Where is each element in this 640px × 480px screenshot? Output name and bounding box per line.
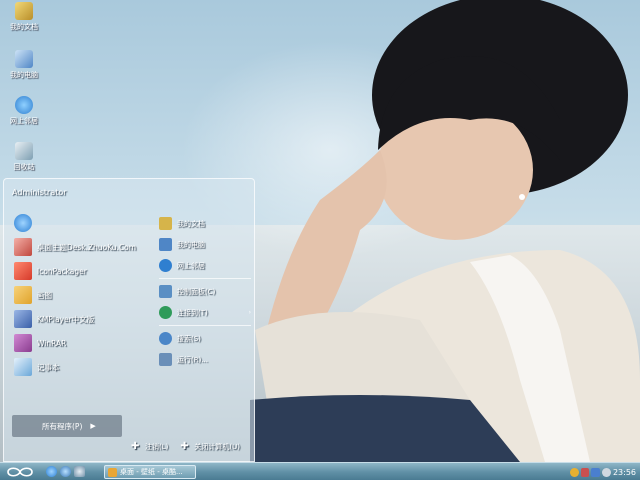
place-network[interactable]: 网上邻居 [159,255,251,276]
all-programs-label: 所有程序(P) [42,421,83,431]
place-search[interactable]: 搜索(S) [159,328,251,349]
volume-icon[interactable] [602,467,611,477]
desktop-icon-recycle-bin[interactable]: 回收站 [2,142,46,172]
desktop-icon-label: 我的电脑 [10,71,38,79]
place-control-panel[interactable]: 控制面板(C) [159,281,251,302]
network-status-icon[interactable] [591,467,601,477]
desktop-icon-my-documents[interactable]: 我的文档 [2,2,46,32]
program-notepad[interactable]: 记事本 [14,355,154,379]
arrow-right-icon: ▶ [90,422,96,430]
tray-app-icon[interactable] [580,467,590,477]
quicklaunch-desktop-icon[interactable] [74,466,85,477]
place-label: 我的文档 [177,219,205,228]
place-run[interactable]: 运行(R)... [159,349,251,370]
program-paint[interactable]: 画图 [14,283,154,307]
places-divider [159,278,251,279]
my-documents-icon [159,217,172,230]
my-computer-icon [159,238,172,251]
my-computer-icon [15,50,33,68]
place-label: 我的电脑 [177,240,205,249]
control-panel-icon [159,285,172,298]
taskbar: 桌面 - 壁纸 - 桌酷... 23:56 [0,462,640,480]
connect-icon [159,306,172,319]
program-label: 记事本 [37,362,60,372]
program-label: 画图 [37,290,52,300]
place-label: 运行(R)... [177,355,209,364]
place-my-documents[interactable]: 我的文档 [159,213,251,234]
start-button[interactable] [2,464,38,479]
logoff-icon: ✚ [131,441,140,452]
iconpackager-icon [14,262,32,280]
start-menu: Administrator 桌面主题Desk.ZhuoKu.Com IconPa… [3,178,255,462]
shutdown-label: 关闭计算机(U) [194,443,240,451]
theme-app-icon [14,238,32,256]
run-icon [159,353,172,366]
place-connect-to[interactable]: 连接到(T) › [159,302,251,323]
program-label: WinRAR [37,338,67,348]
clock[interactable]: 23:56 [613,468,640,477]
search-icon [159,332,172,345]
kmplayer-icon [14,310,32,328]
program-label: 桌面主题Desk.ZhuoKu.Com [37,242,137,252]
desktop-icon-label: 我的文档 [10,23,38,31]
winrar-icon [14,334,32,352]
network-icon [15,96,33,114]
program-theme[interactable]: 桌面主题Desk.ZhuoKu.Com [14,235,154,259]
chevron-right-icon: › [248,309,251,316]
place-my-computer[interactable]: 我的电脑 [159,234,251,255]
all-programs-button[interactable]: 所有程序(P) ▶ [12,415,122,437]
places-divider [159,325,251,326]
quicklaunch-browser-icon[interactable] [60,466,71,477]
shutdown-button[interactable]: ✚ 关闭计算机(U) [180,442,240,452]
start-menu-footer: ✚ 注销(L) ✚ 关闭计算机(U) [4,437,254,457]
place-label: 网上邻居 [177,261,205,270]
start-logo-icon [7,466,33,477]
desktop-icon-label: 回收站 [13,163,35,171]
program-label: IconPackager [37,266,87,276]
start-menu-programs: 桌面主题Desk.ZhuoKu.Com IconPackager 画图 KMPl… [14,211,154,379]
program-label: KMPlayer中文版 [37,314,95,324]
shutdown-icon: ✚ [180,441,189,452]
desktop-icon-label: 网上邻居 [10,117,38,125]
paint-icon [14,286,32,304]
program-kmplayer[interactable]: KMPlayer中文版 [14,307,154,331]
notepad-icon [14,358,32,376]
desktop-icon-my-computer[interactable]: 我的电脑 [2,50,46,80]
start-menu-user-name: Administrator [12,188,67,197]
browser-icon [108,467,117,477]
my-documents-icon [15,2,33,20]
taskbar-window-button[interactable]: 桌面 - 壁纸 - 桌酷... [104,465,196,479]
start-menu-places: 我的文档 我的电脑 网上邻居 控制面板(C) 连接到(T) › 搜索(S) 运行… [159,213,251,370]
logoff-button[interactable]: ✚ 注销(L) [131,442,168,452]
system-tray: 23:56 [566,464,640,480]
program-winrar[interactable]: WinRAR [14,331,154,355]
place-label: 控制面板(C) [177,287,216,296]
internet-explorer-icon [14,214,32,232]
taskbar-window-label: 桌面 - 壁纸 - 桌酷... [120,468,183,476]
network-icon [159,259,172,272]
quicklaunch-ie-icon[interactable] [46,466,57,477]
program-internet-explorer[interactable] [14,211,154,235]
logoff-label: 注销(L) [145,443,169,451]
place-label: 搜索(S) [177,334,201,343]
desktop-icon-network[interactable]: 网上邻居 [2,96,46,126]
place-label: 连接到(T) [177,308,208,317]
recycle-bin-icon [15,142,33,160]
qq-icon[interactable] [570,467,579,477]
program-iconpackager[interactable]: IconPackager [14,259,154,283]
